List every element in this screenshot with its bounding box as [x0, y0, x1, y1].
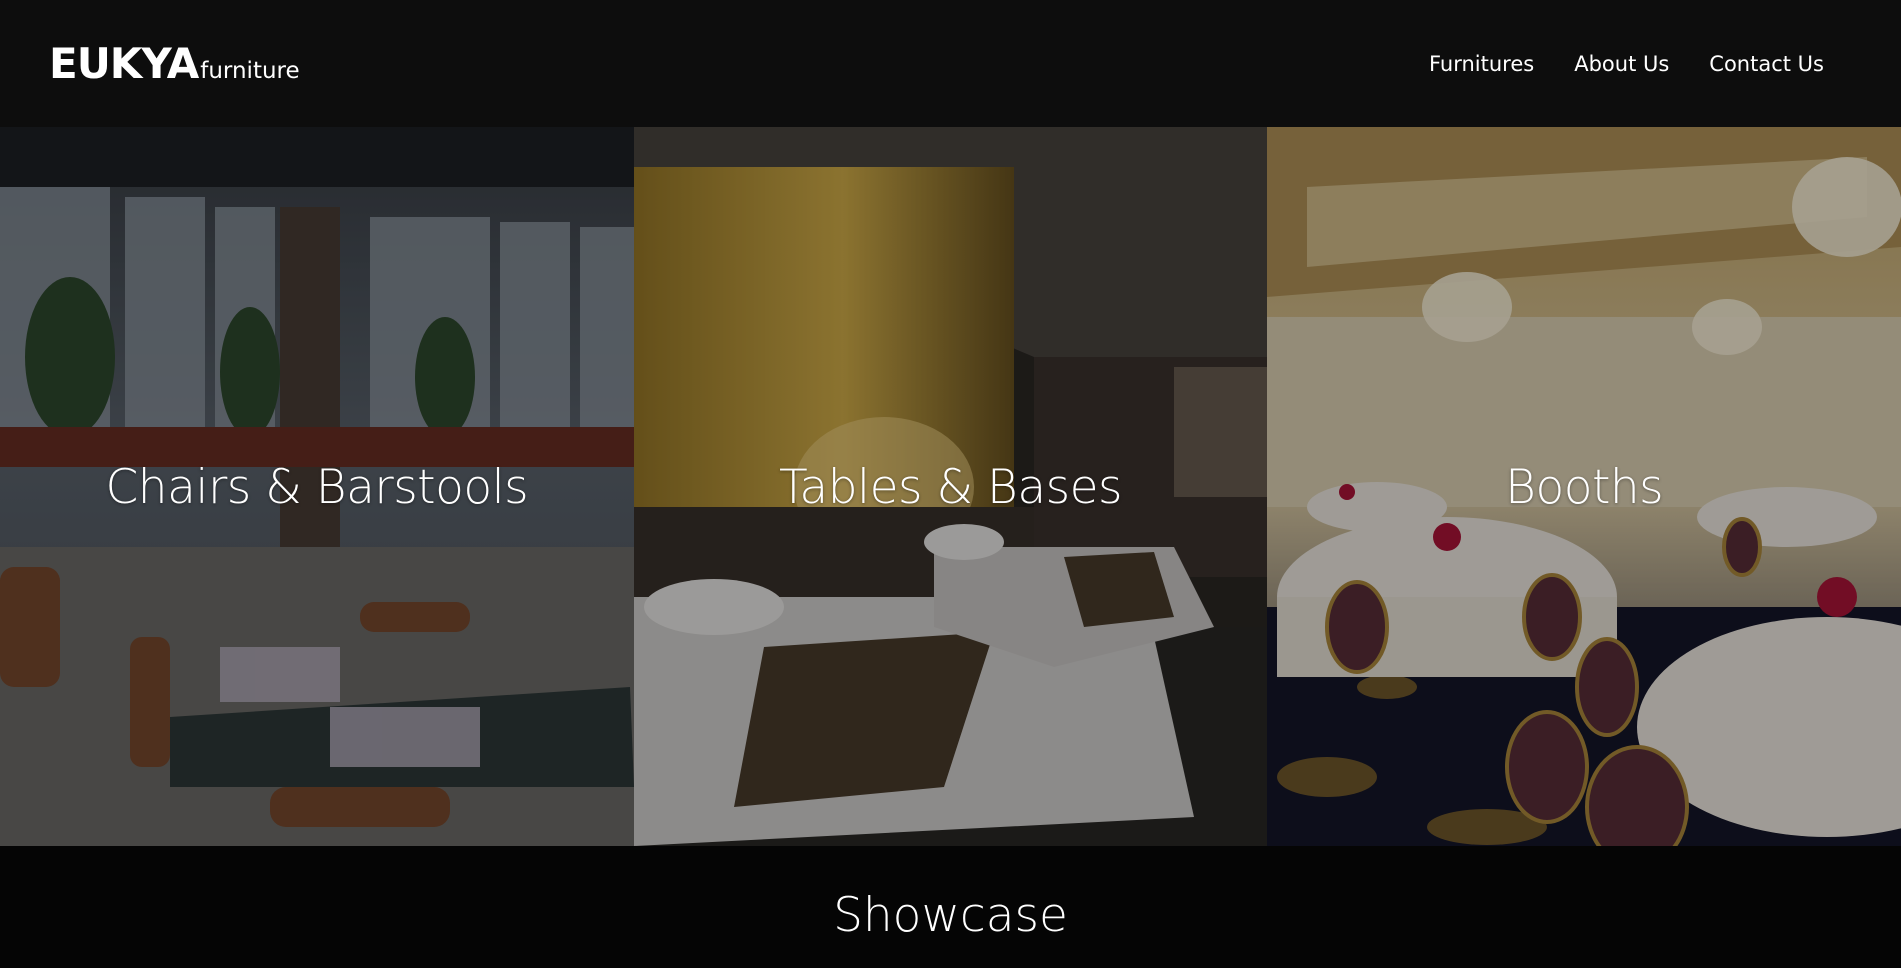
nav-item-contact-us[interactable]: Contact Us [1709, 52, 1824, 76]
category-label: Booths [1505, 460, 1664, 515]
category-panel-tables-bases[interactable]: Tables & Bases [633, 127, 1268, 846]
category-label: Chairs & Barstools [105, 460, 529, 515]
nav-item-about-us[interactable]: About Us [1574, 52, 1669, 76]
site-header: EUKYA furniture Furnitures About Us Cont… [0, 0, 1901, 127]
brand-logo[interactable]: EUKYA furniture [49, 39, 300, 88]
category-label: Tables & Bases [778, 460, 1123, 515]
category-panel-chairs-barstools[interactable]: Chairs & Barstools [0, 127, 634, 846]
category-panel-booths[interactable]: Booths [1267, 127, 1901, 846]
showcase-title: Showcase [833, 888, 1068, 943]
brand-name: EUKYA [49, 39, 199, 88]
main-nav: Furnitures About Us Contact Us [1429, 52, 1824, 76]
category-panels: Chairs & Barstools Tables & Bases Booths [0, 127, 1901, 846]
showcase-section: Showcase [0, 846, 1901, 968]
nav-item-furnitures[interactable]: Furnitures [1429, 52, 1534, 76]
brand-subtitle: furniture [200, 58, 300, 84]
